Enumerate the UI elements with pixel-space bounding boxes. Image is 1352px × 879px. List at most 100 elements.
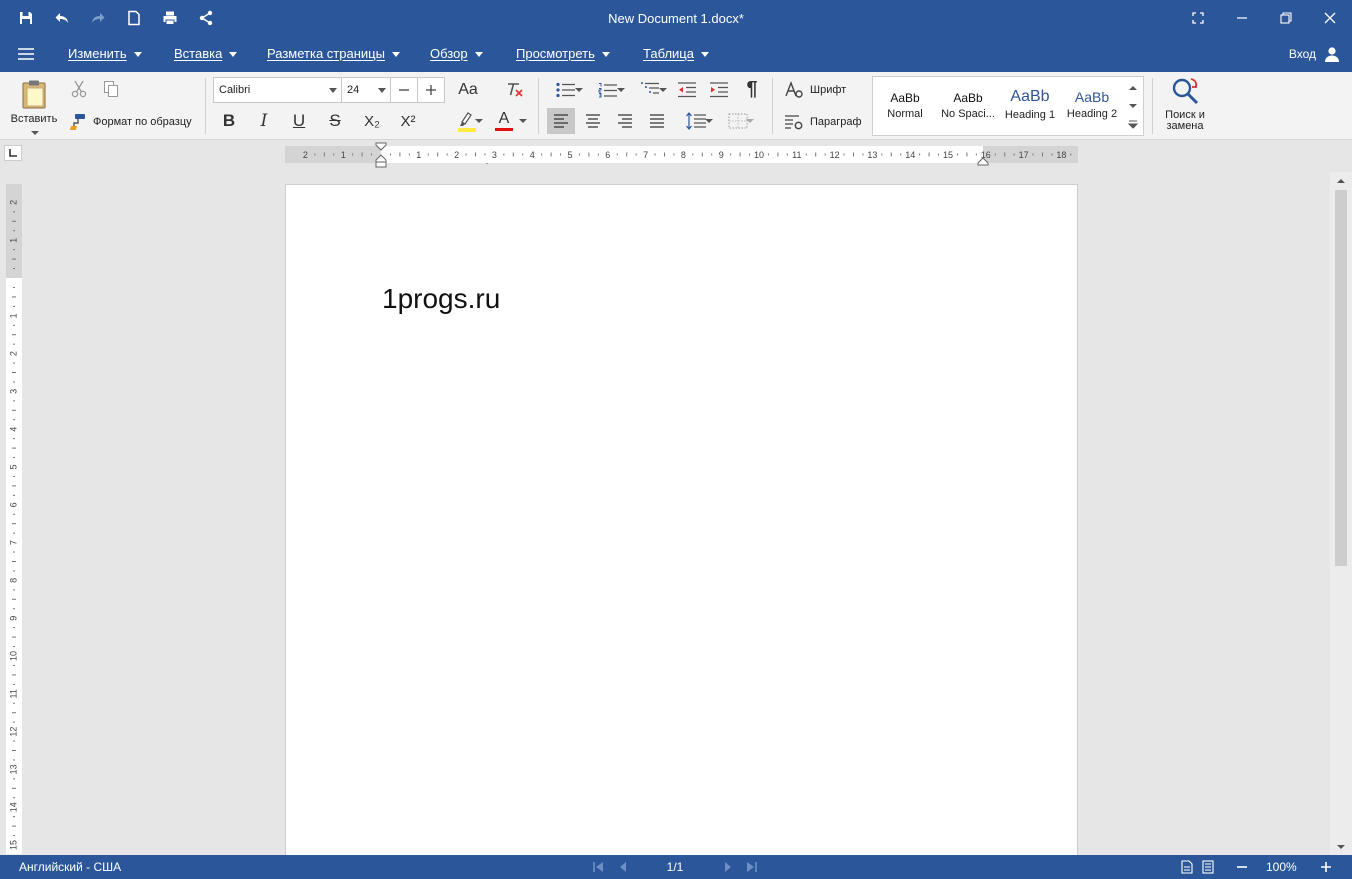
ruler-label: 14 xyxy=(8,802,18,812)
menu-label: Изменить xyxy=(68,46,127,61)
align-center-button[interactable] xyxy=(579,108,607,134)
print-layout-icon[interactable] xyxy=(1178,855,1196,879)
tab-stop-selector[interactable] xyxy=(4,145,22,161)
chevron-up-icon[interactable] xyxy=(1129,86,1137,90)
cut-button[interactable] xyxy=(68,78,90,100)
scrollbar-thumb[interactable] xyxy=(1335,190,1347,566)
hamburger-menu-icon[interactable] xyxy=(10,44,42,64)
align-right-button[interactable] xyxy=(611,108,639,134)
superscript-button[interactable]: X² xyxy=(394,108,422,134)
minus-icon xyxy=(399,89,409,91)
print-icon[interactable] xyxy=(152,0,188,36)
highlight-color-button[interactable] xyxy=(446,108,486,134)
decrease-font-size-button[interactable] xyxy=(390,77,418,103)
menu-edit[interactable]: Изменить xyxy=(68,36,142,72)
menu-view[interactable]: Просмотреть xyxy=(516,36,610,72)
font-name-value: Calibri xyxy=(219,84,251,96)
chevron-down-icon[interactable] xyxy=(1129,104,1137,108)
borders-button[interactable] xyxy=(718,108,758,134)
format-painter-button[interactable]: Формат по образцу xyxy=(68,110,196,134)
vertical-ruler[interactable]: 2 1 1 2 3 4 5 6 7 8 9 10 11 12 13 14 15 xyxy=(6,184,22,854)
style-heading-1[interactable]: AaBb Heading 1 xyxy=(999,77,1061,135)
bold-button[interactable]: B xyxy=(215,108,243,134)
status-bar: Английский - США 1/1 100% xyxy=(0,855,1352,879)
menu-review[interactable]: Обзор xyxy=(430,36,483,72)
save-icon[interactable] xyxy=(8,0,44,36)
user-icon xyxy=(1325,47,1339,62)
fullscreen-icon[interactable] xyxy=(1176,0,1220,36)
paste-button[interactable]: Вставить xyxy=(6,76,62,136)
minimize-button[interactable] xyxy=(1220,0,1264,36)
separator xyxy=(538,78,539,134)
vertical-scrollbar[interactable] xyxy=(1330,172,1352,855)
chevron-down-icon xyxy=(329,88,337,93)
indent-marker-icon[interactable] xyxy=(375,142,387,168)
document-page[interactable]: 1progs.ru xyxy=(285,184,1078,856)
increase-indent-button[interactable] xyxy=(706,78,732,102)
menu-table[interactable]: Таблица xyxy=(643,36,709,72)
menu-insert[interactable]: Вставка xyxy=(174,36,238,72)
previous-page-icon[interactable] xyxy=(615,855,631,879)
chevron-down-icon xyxy=(378,88,386,93)
zoom-in-button[interactable] xyxy=(1317,855,1335,879)
scroll-down-icon[interactable] xyxy=(1330,840,1352,854)
font-name-select[interactable]: Calibri xyxy=(213,77,342,103)
expand-gallery-icon[interactable] xyxy=(1127,120,1139,129)
login-button[interactable]: Вход xyxy=(1289,36,1340,72)
right-indent-marker-icon[interactable] xyxy=(977,155,989,167)
ruler-label: 1 xyxy=(341,150,346,160)
subscript-button[interactable]: X₂ xyxy=(358,108,386,134)
clear-formatting-button[interactable] xyxy=(502,78,528,102)
last-page-icon[interactable] xyxy=(744,855,760,879)
menu-label: Разметка страницы xyxy=(267,46,385,61)
first-page-icon[interactable] xyxy=(590,855,606,879)
change-case-button[interactable]: Aa xyxy=(454,77,482,103)
justify-button[interactable] xyxy=(643,108,671,134)
restore-button[interactable] xyxy=(1264,0,1308,36)
underline-button[interactable]: U xyxy=(285,108,313,134)
numbering-button[interactable] xyxy=(588,78,628,102)
menu-label: Вставка xyxy=(174,46,223,61)
redo-icon[interactable] xyxy=(80,0,116,36)
font-color-button[interactable]: A xyxy=(490,108,530,134)
ruler-label: 1 xyxy=(8,238,18,243)
new-document-icon[interactable] xyxy=(116,0,152,36)
undo-icon[interactable] xyxy=(44,0,80,36)
show-formatting-marks-button[interactable]: ¶ xyxy=(738,76,766,102)
align-left-button[interactable] xyxy=(547,108,575,134)
bullets-button[interactable] xyxy=(546,78,586,102)
paragraph-dialog-button[interactable]: Параграф xyxy=(784,110,864,134)
bold-glyph: B xyxy=(222,111,236,130)
style-name: Heading 1 xyxy=(1004,109,1056,121)
scroll-up-icon[interactable] xyxy=(1330,174,1352,188)
ribbon-toolbar: Вставить Формат по образцу Calibri 24 Aa… xyxy=(0,72,1352,164)
italic-button[interactable]: I xyxy=(250,108,278,134)
numbered-list-icon xyxy=(598,83,617,98)
menu-page-layout[interactable]: Разметка страницы xyxy=(267,36,400,72)
line-spacing-button[interactable] xyxy=(676,108,716,134)
share-icon[interactable] xyxy=(188,0,224,36)
font-dialog-button[interactable]: Шрифт xyxy=(784,78,864,102)
language-indicator[interactable]: Английский - США xyxy=(19,855,121,879)
chevron-down-icon xyxy=(617,88,625,92)
zoom-level[interactable]: 100% xyxy=(1266,855,1297,879)
style-no-spacing[interactable]: AaBb No Spaci... xyxy=(937,77,999,135)
copy-button[interactable] xyxy=(100,78,122,100)
next-page-icon[interactable] xyxy=(720,855,736,879)
bullet-list-icon xyxy=(556,82,575,98)
zoom-out-button[interactable] xyxy=(1233,855,1251,879)
font-size-select[interactable]: 24 xyxy=(341,77,391,103)
change-case-glyph: Aa xyxy=(458,81,478,98)
horizontal-ruler[interactable]: 2 1 1 2 3 4 5 6 7 8 9 10 11 12 13 14 15 16 17 18 xyxy=(285,142,1078,168)
document-text[interactable]: 1progs.ru xyxy=(382,283,500,315)
increase-font-size-button[interactable] xyxy=(417,77,445,103)
find-replace-button[interactable]: Поиск и замена xyxy=(1158,76,1212,138)
web-layout-icon[interactable] xyxy=(1199,855,1217,879)
ruler-label: 2 xyxy=(8,200,18,205)
decrease-indent-button[interactable] xyxy=(674,78,700,102)
close-button[interactable] xyxy=(1308,0,1352,36)
multilevel-list-button[interactable] xyxy=(630,78,670,102)
style-normal[interactable]: AaBb Normal xyxy=(874,77,936,135)
style-heading-2[interactable]: AaBb Heading 2 xyxy=(1061,77,1123,135)
strikethrough-button[interactable]: S xyxy=(321,108,349,134)
